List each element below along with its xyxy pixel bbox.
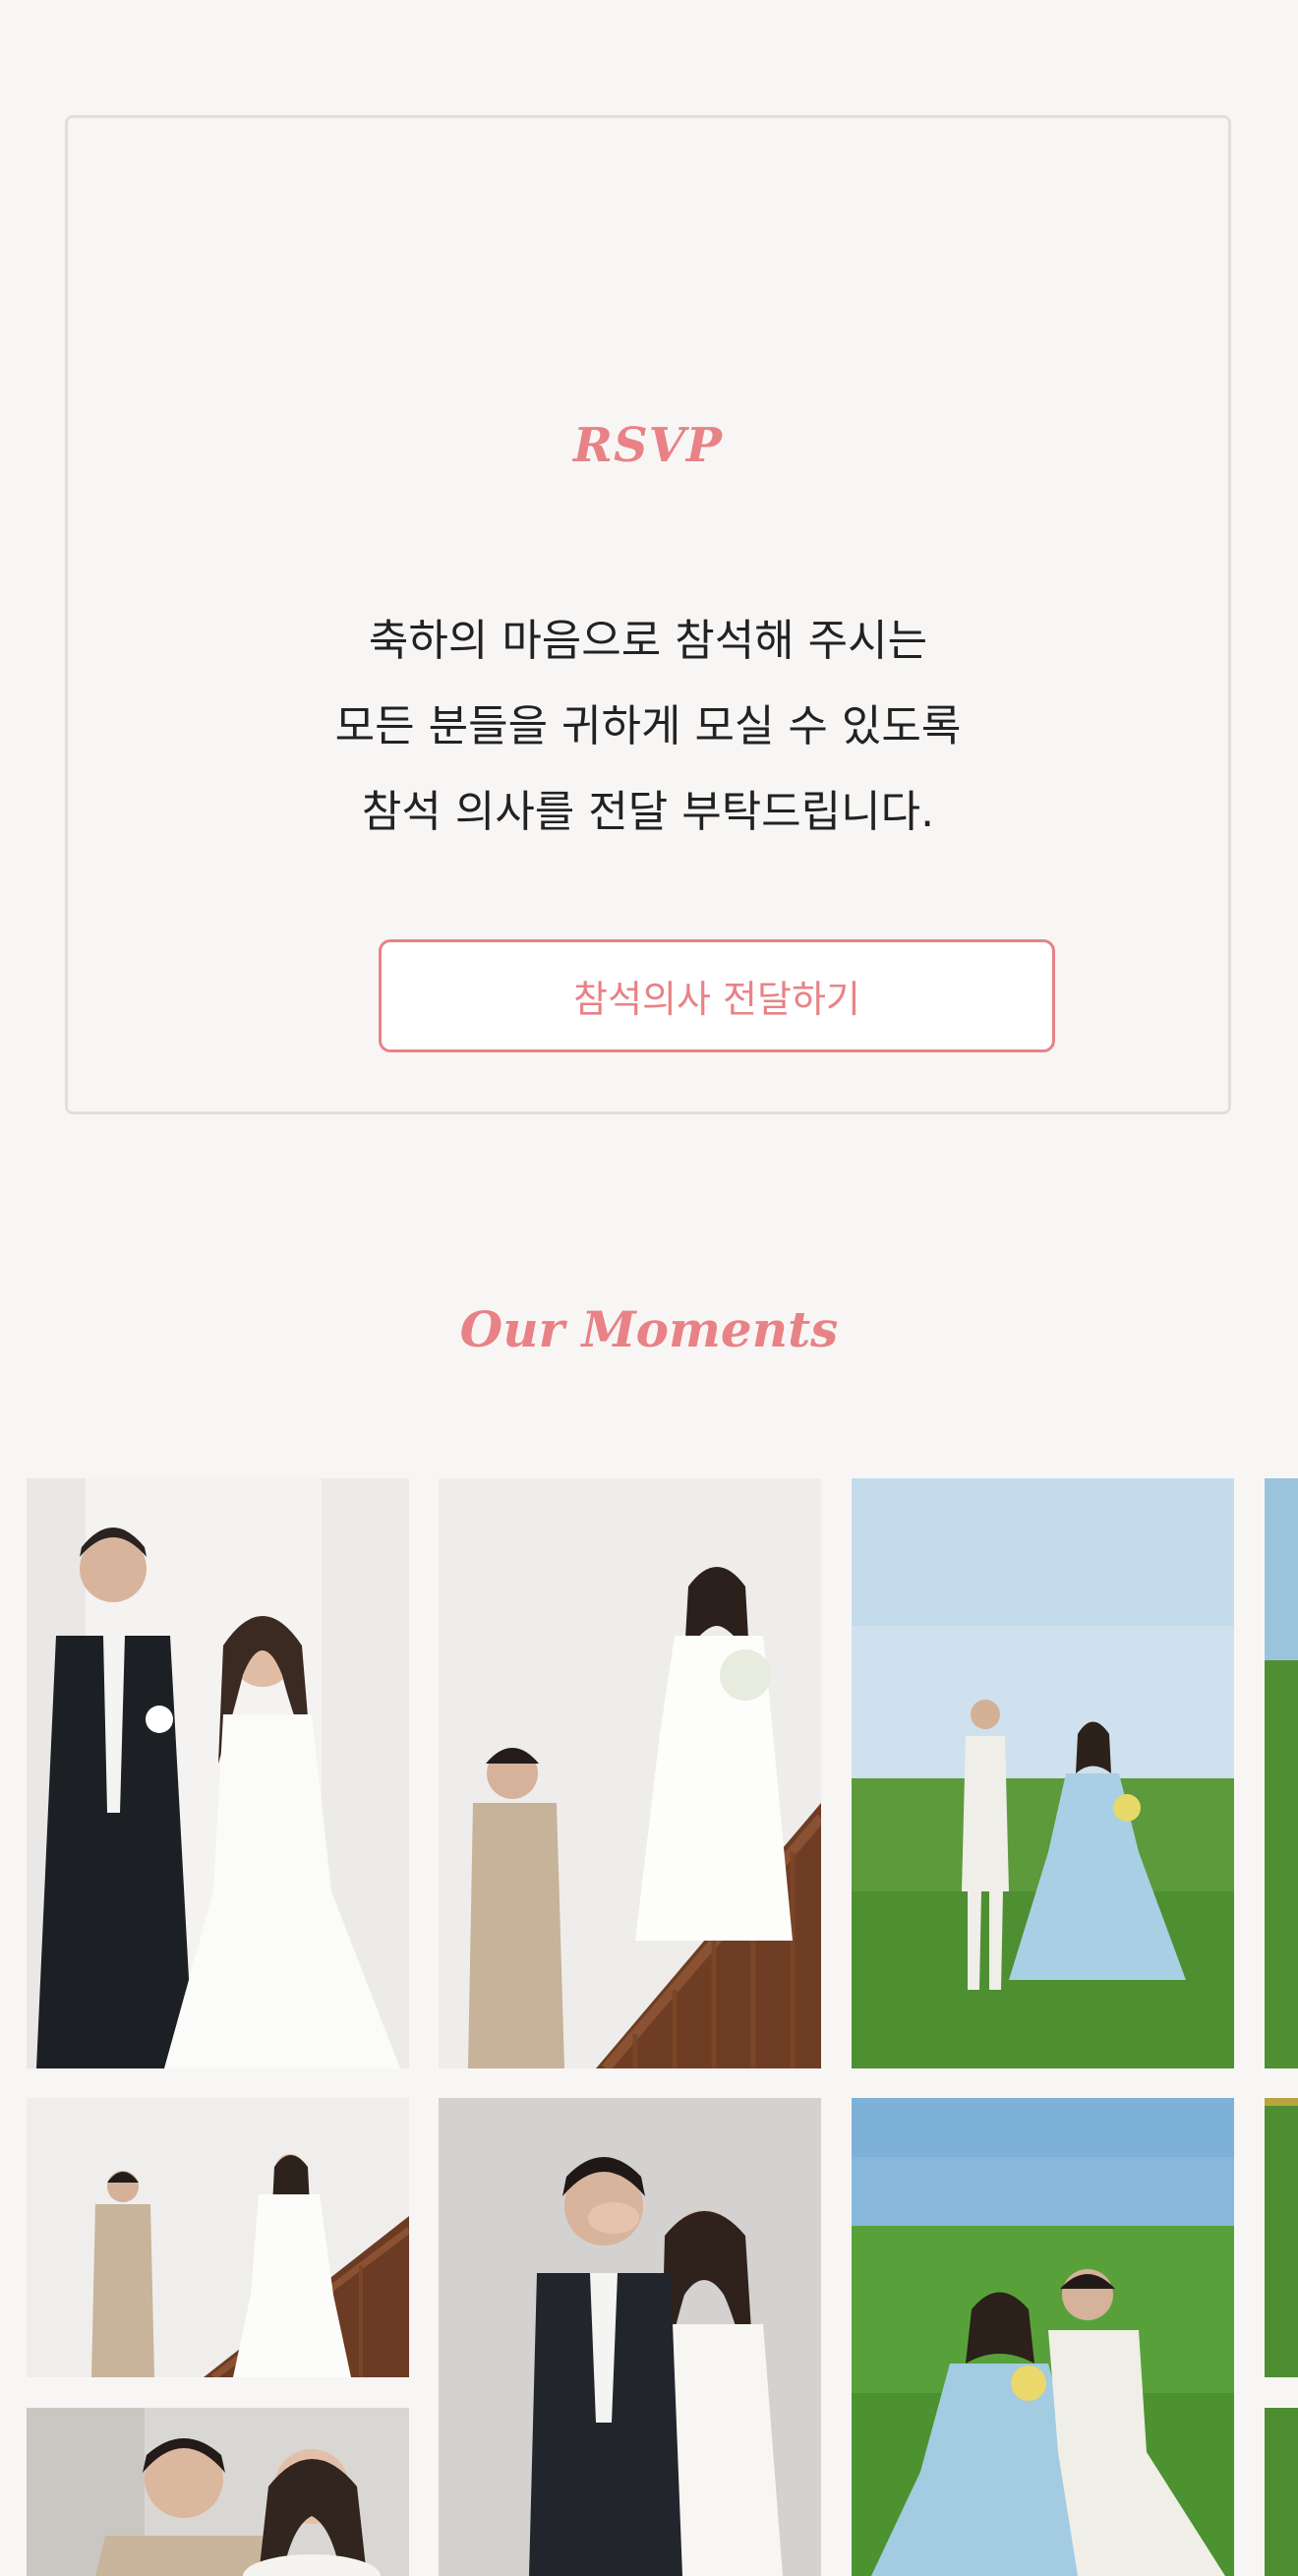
gallery-photo-partial-field-2[interactable] <box>1265 2098 1298 2377</box>
rsvp-message-line: 축하의 마음으로 참석해 주시는 <box>368 616 928 666</box>
gallery-photo-playful-covering-mouth[interactable] <box>439 2098 821 2576</box>
gallery-photo-field-light-blue-dress[interactable] <box>852 1478 1234 2068</box>
page: RSVP 축하의 마음으로 참석해 주시는 모든 분들을 귀하게 모실 수 있도… <box>0 0 1298 2576</box>
gallery-photo-smiling-couple[interactable] <box>27 2408 409 2576</box>
gallery-photo-stairs-bouquet[interactable] <box>439 1478 821 2068</box>
moments-title: Our Moments <box>459 1300 839 1358</box>
rsvp-message-line: 모든 분들을 귀하게 모실 수 있도록 <box>334 701 962 751</box>
rsvp-title: RSVP <box>573 418 723 473</box>
gallery-photo-field-sitting-couple[interactable] <box>852 2098 1234 2576</box>
rsvp-message-line: 참석 의사를 전달 부탁드립니다. <box>361 787 935 837</box>
gallery-photo-indoor-couple-walking[interactable] <box>27 1478 409 2068</box>
gallery-photo-partial-field-3[interactable] <box>1265 2408 1298 2576</box>
rsvp-card: RSVP 축하의 마음으로 참석해 주시는 모든 분들을 귀하게 모실 수 있도… <box>65 115 1231 1114</box>
rsvp-message: 축하의 마음으로 참석해 주시는 모든 분들을 귀하게 모실 수 있도록 참석 … <box>68 598 1228 855</box>
rsvp-submit-button[interactable]: 참석의사 전달하기 <box>379 939 1055 1052</box>
gallery-photo-partial-field[interactable] <box>1265 1478 1298 2068</box>
gallery-photo-stairs-holding-hands[interactable] <box>27 2098 409 2377</box>
